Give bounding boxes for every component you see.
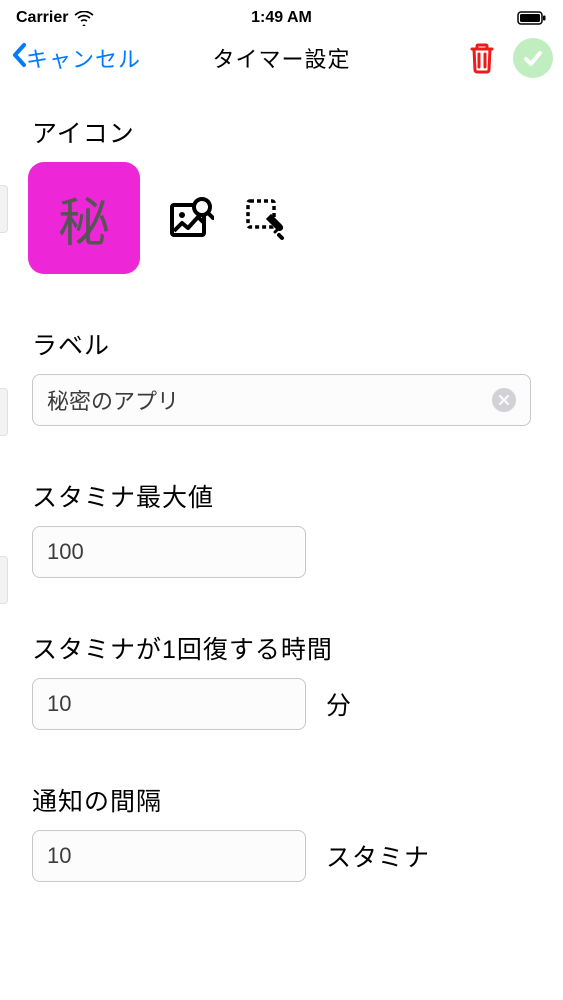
- notification-interval-input[interactable]: 10: [32, 830, 306, 882]
- confirm-button[interactable]: [513, 38, 553, 78]
- wifi-icon: [74, 11, 94, 26]
- cancel-button[interactable]: キャンセル: [10, 42, 141, 74]
- recovery-time-input[interactable]: 10: [32, 678, 306, 730]
- nav-actions: [467, 38, 553, 78]
- delete-button[interactable]: [467, 41, 497, 75]
- status-left: Carrier: [16, 9, 94, 27]
- content: アイコン 秘: [0, 88, 563, 882]
- checkmark-icon: [521, 46, 545, 70]
- clear-label-button[interactable]: [492, 388, 516, 412]
- notification-interval-value: 10: [47, 843, 71, 869]
- close-icon: [498, 394, 510, 406]
- page-title: タイマー設定: [212, 42, 350, 74]
- status-right: [517, 11, 547, 25]
- image-search-button[interactable]: [168, 195, 214, 241]
- notification-interval-label: 通知の間隔: [32, 782, 531, 818]
- recovery-time-label: スタミナが1回復する時間: [32, 630, 531, 666]
- nav-bar: キャンセル タイマー設定: [0, 32, 563, 88]
- status-time: 1:49 AM: [251, 9, 312, 27]
- notification-interval-unit: スタミナ: [326, 838, 430, 874]
- recovery-time-value: 10: [47, 691, 71, 717]
- color-picker-button[interactable]: [242, 195, 288, 241]
- cancel-label: キャンセル: [26, 42, 141, 74]
- label-input[interactable]: 秘密のアプリ: [32, 374, 531, 426]
- label-input-value: 秘密のアプリ: [47, 384, 179, 416]
- image-search-icon: [168, 195, 214, 241]
- label-section: ラベル 秘密のアプリ: [32, 326, 531, 426]
- status-bar: Carrier 1:49 AM: [0, 0, 563, 32]
- side-stub: [0, 185, 8, 233]
- recovery-time-section: スタミナが1回復する時間 10 分: [32, 630, 531, 730]
- max-stamina-label: スタミナ最大値: [32, 478, 531, 514]
- side-stub: [0, 556, 8, 604]
- notification-interval-section: 通知の間隔 10 スタミナ: [32, 782, 531, 882]
- icon-section: アイコン 秘: [32, 114, 531, 274]
- battery-icon: [517, 11, 547, 25]
- icon-preview-char: 秘: [58, 181, 110, 256]
- recovery-time-unit: 分: [326, 686, 352, 722]
- icon-preview[interactable]: 秘: [28, 162, 140, 274]
- label-section-label: ラベル: [32, 326, 531, 362]
- carrier-label: Carrier: [16, 9, 68, 27]
- eyedropper-icon: [242, 195, 288, 241]
- max-stamina-section: スタミナ最大値 100: [32, 478, 531, 578]
- icon-row: 秘: [32, 162, 531, 274]
- notification-interval-row: 10 スタミナ: [32, 830, 531, 882]
- recovery-time-row: 10 分: [32, 678, 531, 730]
- side-stub: [0, 388, 8, 436]
- trash-icon: [467, 41, 497, 75]
- max-stamina-value: 100: [47, 539, 84, 565]
- max-stamina-input[interactable]: 100: [32, 526, 306, 578]
- icon-section-label: アイコン: [32, 114, 531, 150]
